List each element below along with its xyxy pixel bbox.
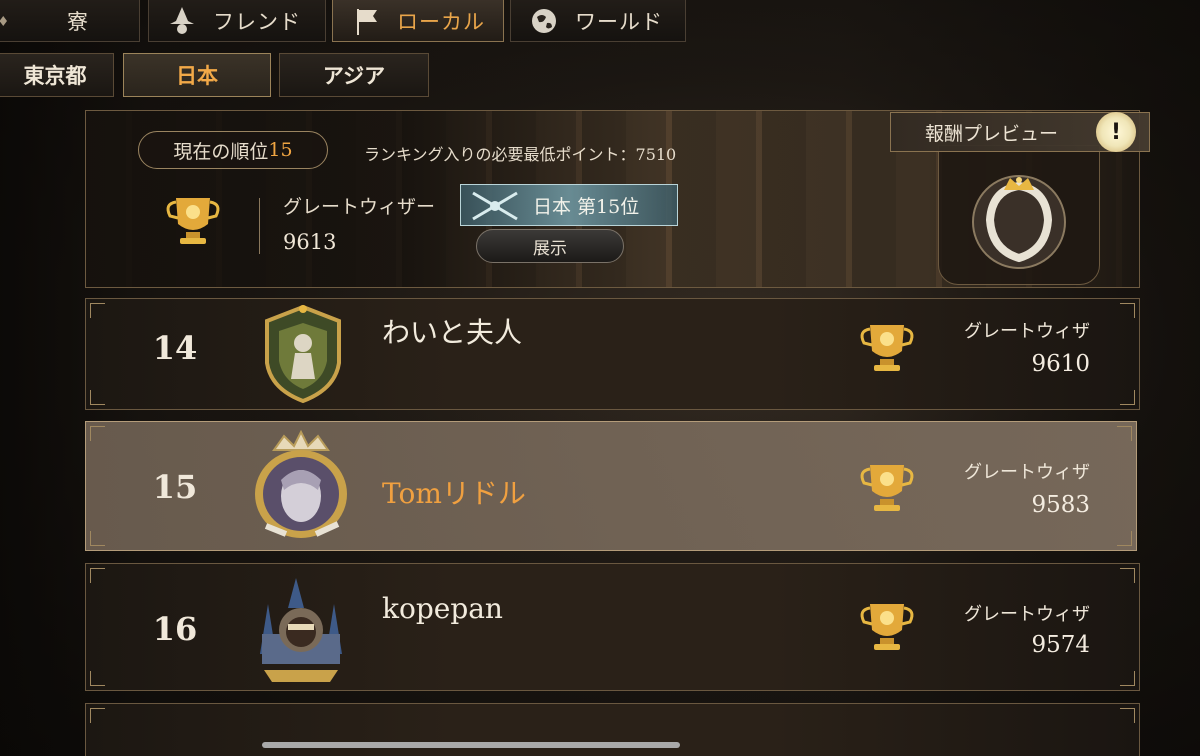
dorm-icon — [0, 4, 17, 38]
reward-frame-emblem-icon[interactable] — [960, 160, 1078, 278]
current-rank-pill: 現在の順位 15 — [138, 131, 328, 169]
player-name: Tomリドル — [382, 477, 526, 510]
corner-ornament — [90, 708, 105, 723]
region-tab-tokyo[interactable]: 東京都 — [0, 53, 114, 97]
corner-ornament — [90, 671, 105, 686]
corner-ornament — [90, 426, 105, 441]
tab-friend[interactable]: フレンド — [148, 0, 326, 42]
avatar[interactable] — [246, 430, 356, 545]
corner-ornament — [90, 390, 105, 405]
tab-world-label: ワールド — [575, 9, 663, 34]
current-rank-label: 現在の順位 — [173, 140, 269, 163]
tab-local[interactable]: ローカル — [332, 0, 504, 42]
crossed-wands-icon — [472, 191, 518, 221]
corner-ornament — [1120, 303, 1135, 318]
player-tier: グレートウィザ — [964, 604, 1090, 625]
corner-ornament — [90, 303, 105, 318]
leaderboard-row-16[interactable]: 16 kopepan グレートウィザ 9574 — [85, 563, 1140, 691]
region-tab-tokyo-label: 東京都 — [23, 63, 87, 88]
rank-number: 15 — [152, 468, 198, 506]
trophy-icon — [860, 604, 914, 650]
leaderboard-row-14[interactable]: 14 わいと夫人 グレートウィザ 9610 — [85, 298, 1140, 410]
region-tab-asia[interactable]: アジア — [279, 53, 429, 97]
corner-ornament — [90, 568, 105, 583]
flag-icon — [347, 4, 385, 38]
tab-world[interactable]: ワールド — [510, 0, 686, 42]
national-rank-badge: 日本 第15位 — [460, 184, 678, 226]
home-indicator[interactable] — [262, 742, 680, 748]
tab-local-label: ローカル — [397, 9, 485, 34]
region-tab-japan-label: 日本 — [176, 63, 218, 88]
corner-ornament — [1117, 426, 1132, 441]
rank-number: 16 — [152, 610, 198, 648]
player-tier: グレートウィザ — [964, 321, 1090, 342]
wizard-hat-icon — [163, 4, 201, 38]
reward-preview-label: 報酬プレビュー — [925, 122, 1059, 145]
player-tier: グレートウィザ — [964, 462, 1090, 483]
national-rank-text: 日本 第15位 — [533, 195, 640, 218]
tab-dorm-label: 寮 — [67, 9, 89, 34]
trophy-icon — [166, 198, 220, 244]
leaderboard-row-15[interactable]: 15 Tomリドル グレートウィザ 9583 — [85, 421, 1137, 551]
player-name: kopepan — [382, 592, 503, 625]
player-score: 9610 — [1031, 351, 1090, 377]
corner-ornament — [1120, 708, 1135, 723]
alert-icon[interactable]: ! — [1096, 112, 1136, 152]
corner-ornament — [90, 531, 105, 546]
corner-ornament — [1120, 671, 1135, 686]
tab-friend-label: フレンド — [213, 9, 301, 34]
region-tab-asia-label: アジア — [322, 63, 386, 88]
show-button[interactable]: 展示 — [476, 229, 624, 263]
trophy-icon — [860, 325, 914, 371]
leaderboard-row-partial[interactable] — [85, 703, 1140, 756]
player-score: 9583 — [1031, 492, 1090, 518]
region-tab-japan[interactable]: 日本 — [123, 53, 271, 97]
my-tier: グレートウィザー — [283, 196, 436, 218]
avatar[interactable] — [251, 301, 355, 405]
divider — [259, 198, 260, 254]
current-rank-value: 15 — [268, 139, 293, 161]
min-points-text: ランキング入りの必要最低ポイント：7510 — [364, 145, 677, 164]
trophy-icon — [860, 465, 914, 511]
tab-dorm[interactable]: 寮 — [0, 0, 140, 42]
rank-number: 14 — [152, 329, 198, 367]
top-tab-bar: 寮 フレンド ローカル ワールド — [0, 0, 690, 42]
corner-ornament — [1120, 568, 1135, 583]
corner-ornament — [1117, 531, 1132, 546]
corner-ornament — [1120, 390, 1135, 405]
player-score: 9574 — [1031, 632, 1090, 658]
globe-icon — [525, 4, 563, 38]
my-score: 9613 — [283, 230, 337, 254]
player-name: わいと夫人 — [382, 316, 523, 349]
show-button-label: 展示 — [533, 238, 567, 259]
avatar[interactable] — [246, 574, 356, 689]
